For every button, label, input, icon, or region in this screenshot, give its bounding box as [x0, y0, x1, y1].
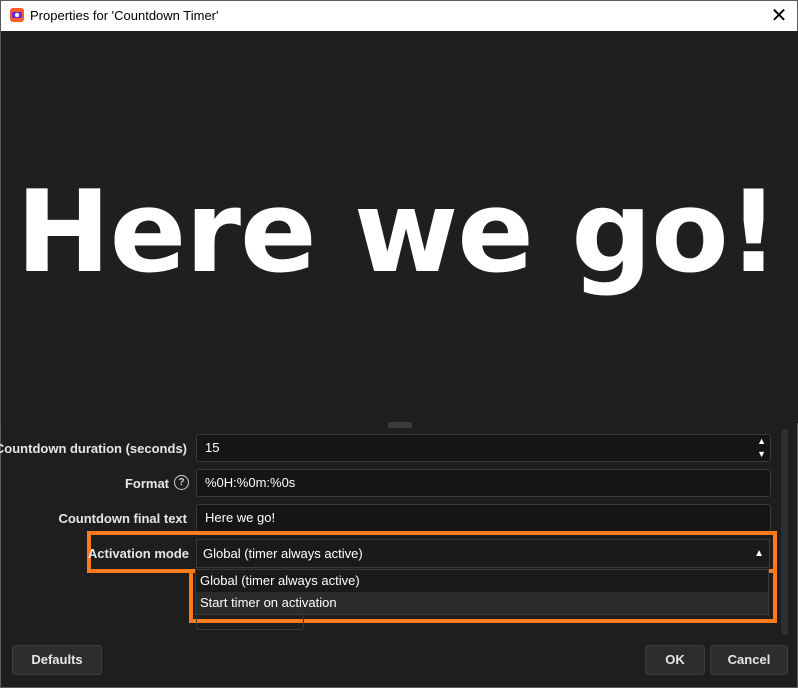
duration-spinbox[interactable]: 15 ▲ ▼: [196, 434, 771, 462]
obscured-field: [196, 615, 304, 630]
cancel-button[interactable]: Cancel: [710, 645, 788, 675]
format-input[interactable]: %0H:%0m:%0s: [196, 469, 771, 497]
preview-text: Here we go!: [16, 166, 779, 298]
title-bar: Properties for 'Countdown Timer' ✕: [1, 1, 797, 31]
activation-mode-label: Activation mode: [87, 546, 189, 561]
splitter-handle[interactable]: [388, 422, 412, 428]
activation-mode-select[interactable]: Global (timer always active) ▲: [196, 539, 770, 568]
activation-mode-selected: Global (timer always active): [203, 546, 363, 561]
properties-scrollbar[interactable]: [781, 429, 788, 635]
ok-button[interactable]: OK: [645, 645, 705, 675]
format-label: Format: [124, 476, 169, 491]
spin-up-icon[interactable]: ▲: [757, 436, 766, 446]
final-text-label: Countdown final text: [58, 511, 187, 526]
help-icon[interactable]: ?: [174, 475, 189, 490]
option-global[interactable]: Global (timer always active): [196, 570, 768, 592]
window-title: Properties for 'Countdown Timer': [30, 8, 219, 23]
duration-value: 15: [205, 440, 220, 455]
source-preview: Here we go!: [2, 31, 798, 423]
obs-app-icon: [10, 8, 24, 22]
spin-down-icon[interactable]: ▼: [757, 449, 766, 459]
option-start-on-activation[interactable]: Start timer on activation: [196, 592, 768, 614]
final-text-input[interactable]: Here we go!: [196, 504, 771, 532]
duration-label: Countdown duration (seconds): [0, 441, 187, 456]
defaults-button[interactable]: Defaults: [12, 645, 102, 675]
close-icon[interactable]: ✕: [767, 4, 791, 28]
activation-mode-dropdown: Global (timer always active) Start timer…: [195, 569, 769, 615]
chevron-up-icon: ▲: [754, 548, 764, 559]
properties-dialog: Properties for 'Countdown Timer' ✕ Here …: [0, 0, 798, 688]
